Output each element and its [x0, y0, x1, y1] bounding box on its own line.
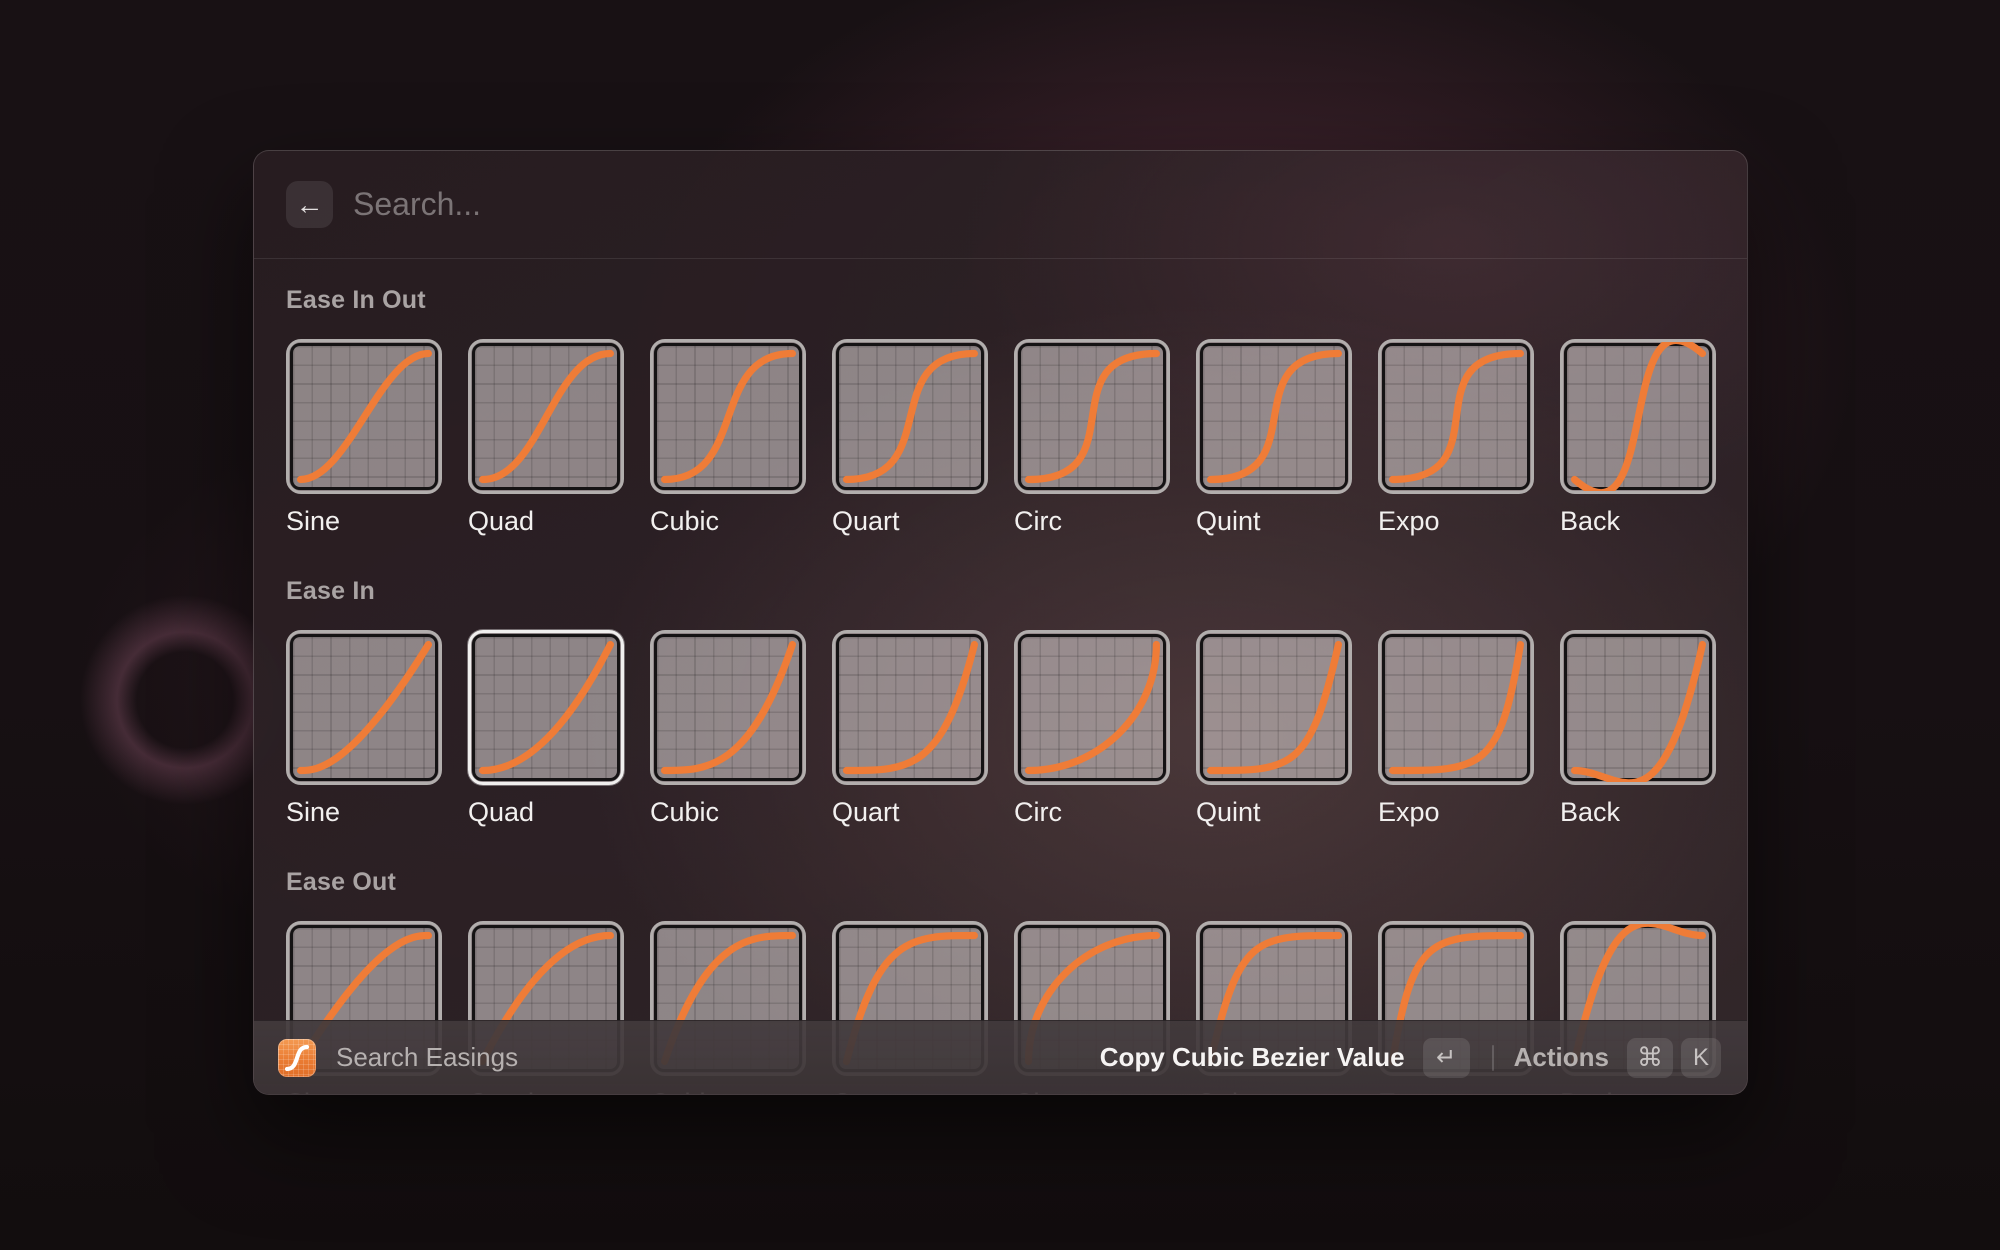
easing-curve: [1017, 633, 1167, 782]
easing-curve: [1381, 633, 1531, 782]
return-key-icon: ↵: [1423, 1038, 1470, 1078]
easing-tile-inout-sine[interactable]: [286, 339, 442, 494]
easing-curve: [1381, 342, 1531, 491]
footer-actions: Copy Cubic Bezier Value ↵ Actions ⌘ K: [1100, 1038, 1721, 1078]
tile-label: Back: [1560, 504, 1716, 538]
easing-curve: [1199, 633, 1349, 782]
tile-label: Sine: [286, 795, 442, 829]
footer-app-name: Search Easings: [336, 1042, 518, 1073]
easing-tile-inout-back[interactable]: [1560, 339, 1716, 494]
easing-cell: Sine: [286, 339, 442, 538]
easing-tile-inout-circ[interactable]: [1014, 339, 1170, 494]
easing-curve: [1563, 342, 1713, 491]
easing-tile-in-expo[interactable]: [1378, 630, 1534, 785]
easing-tile-in-circ[interactable]: [1014, 630, 1170, 785]
easing-tile-inout-expo[interactable]: [1378, 339, 1534, 494]
easing-cell: Cubic: [650, 339, 806, 538]
tile-label: Cubic: [650, 504, 806, 538]
tile-label: Cubic: [650, 795, 806, 829]
easing-cell: Circ: [1014, 339, 1170, 538]
search-bar: ←: [254, 151, 1747, 259]
easing-curve: [835, 633, 985, 782]
easing-curve-icon: [278, 1039, 316, 1077]
easing-tile-inout-quad[interactable]: [468, 339, 624, 494]
easing-cell: Expo: [1378, 339, 1534, 538]
easing-curve: [471, 342, 621, 491]
tile-row: Sine Quad Cubic Quart Circ Quint Expo Back: [286, 630, 1715, 829]
primary-action-button[interactable]: Copy Cubic Bezier Value: [1100, 1042, 1405, 1073]
footer-divider: [1492, 1045, 1494, 1071]
easing-cell: Back: [1560, 339, 1716, 538]
back-arrow-icon: ←: [296, 189, 324, 221]
easing-tile-in-cubic[interactable]: [650, 630, 806, 785]
easing-curve: [835, 342, 985, 491]
tile-row: Sine Quad Cubic Quart Circ Quint Expo Back: [286, 339, 1715, 538]
tile-label: Circ: [1014, 504, 1170, 538]
easing-cell: Back: [1560, 630, 1716, 829]
easing-tile-in-quint[interactable]: [1196, 630, 1352, 785]
tile-label: Quint: [1196, 795, 1352, 829]
tile-label: Quad: [468, 504, 624, 538]
tile-label: Back: [1560, 795, 1716, 829]
section-title: Ease Out: [286, 867, 1715, 897]
easing-cell: Quad: [468, 339, 624, 538]
easing-cell: Quad: [468, 630, 624, 829]
search-easings-app-icon: [278, 1039, 316, 1077]
footer-bar: Search Easings Copy Cubic Bezier Value ↵…: [254, 1020, 1747, 1094]
back-button[interactable]: ←: [286, 181, 333, 228]
section-title: Ease In Out: [286, 285, 1715, 315]
tile-label: Quint: [1196, 504, 1352, 538]
easing-tile-in-quart[interactable]: [832, 630, 988, 785]
raycast-window: ← Ease In Out Sine Quad Cubic Quart Circ Quint…: [253, 150, 1748, 1095]
tile-label: Quart: [832, 795, 988, 829]
easing-curve: [289, 633, 439, 782]
tile-label: Expo: [1378, 795, 1534, 829]
easing-curve: [289, 342, 439, 491]
easing-curve: [653, 633, 803, 782]
easing-tile-inout-cubic[interactable]: [650, 339, 806, 494]
easing-curve: [471, 633, 621, 782]
k-key-icon: K: [1681, 1038, 1721, 1078]
easing-curve: [1199, 342, 1349, 491]
tile-label: Quad: [468, 795, 624, 829]
easing-cell: Quart: [832, 339, 988, 538]
section-title: Ease In: [286, 576, 1715, 606]
actions-menu-button[interactable]: Actions: [1514, 1042, 1609, 1073]
easing-cell: Expo: [1378, 630, 1534, 829]
easing-tile-inout-quint[interactable]: [1196, 339, 1352, 494]
easing-tile-in-back[interactable]: [1560, 630, 1716, 785]
section-ease-in: Ease In Sine Quad Cubic Quart Circ Quint Expo Ba…: [286, 576, 1715, 829]
easing-curve: [1017, 342, 1167, 491]
easing-cell: Cubic: [650, 630, 806, 829]
command-key-icon: ⌘: [1627, 1038, 1673, 1078]
tile-label: Sine: [286, 504, 442, 538]
easing-tile-inout-quart[interactable]: [832, 339, 988, 494]
easings-list: Ease In Out Sine Quad Cubic Quart Circ Quint Ex…: [254, 259, 1747, 1094]
easing-tile-in-quad[interactable]: [468, 630, 624, 785]
easing-curve: [653, 342, 803, 491]
easing-tile-in-sine[interactable]: [286, 630, 442, 785]
easing-cell: Quint: [1196, 630, 1352, 829]
easing-cell: Quart: [832, 630, 988, 829]
easing-curve: [1563, 633, 1713, 782]
search-input[interactable]: [351, 185, 1715, 224]
tile-label: Circ: [1014, 795, 1170, 829]
tile-label: Expo: [1378, 504, 1534, 538]
tile-label: Quart: [832, 504, 988, 538]
section-ease-in-out: Ease In Out Sine Quad Cubic Quart Circ Quint Ex…: [286, 285, 1715, 538]
easing-cell: Sine: [286, 630, 442, 829]
easing-cell: Quint: [1196, 339, 1352, 538]
easing-cell: Circ: [1014, 630, 1170, 829]
